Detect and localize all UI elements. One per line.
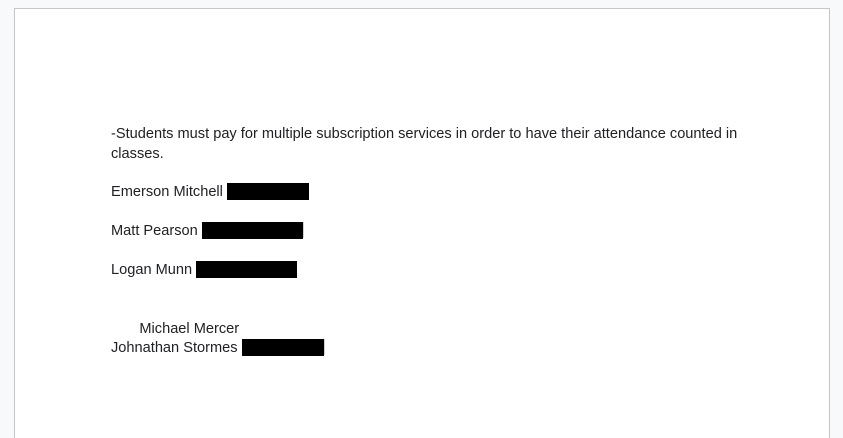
text-cursor bbox=[323, 339, 325, 356]
paragraph-text[interactable]: -Students must pay for multiple subscrip… bbox=[111, 124, 751, 164]
document-body: -Students must pay for multiple subscrip… bbox=[111, 124, 751, 356]
signatory-name: Johnathan Stormes bbox=[111, 340, 238, 356]
signatory-name: Matt Pearson bbox=[111, 223, 198, 239]
redaction-bar bbox=[226, 182, 309, 200]
signatory-name: Emerson Mitchell bbox=[111, 184, 223, 200]
redaction-bar bbox=[241, 338, 324, 356]
signature-line[interactable]: Johnathan Stormes bbox=[111, 338, 325, 358]
text-cursor bbox=[302, 222, 304, 239]
signature-line[interactable]: Matt Pearson bbox=[111, 221, 304, 241]
signature-line[interactable]: Emerson Mitchell bbox=[111, 182, 309, 202]
signature-line[interactable]: Logan Munn bbox=[111, 260, 298, 280]
redaction-bar bbox=[201, 221, 303, 239]
signature-line[interactable]: Michael Mercer bbox=[111, 299, 239, 337]
document-page: -Students must pay for multiple subscrip… bbox=[14, 8, 830, 438]
redaction-bar bbox=[196, 260, 298, 278]
signatory-name: Michael Mercer bbox=[135, 321, 240, 337]
signatory-name: Logan Munn bbox=[111, 262, 193, 278]
